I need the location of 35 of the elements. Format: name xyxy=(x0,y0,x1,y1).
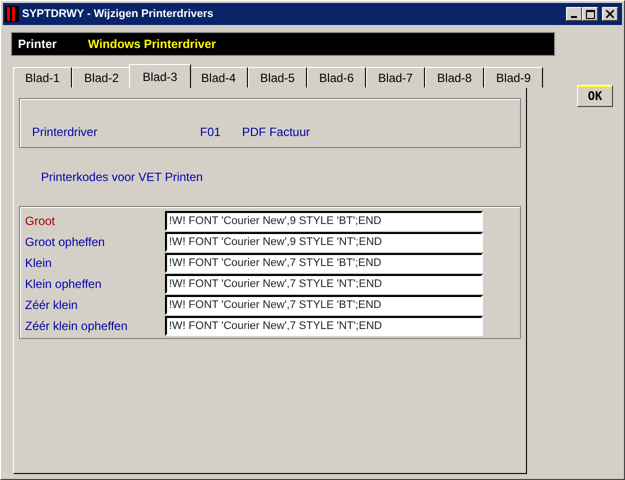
maximize-icon xyxy=(586,10,594,18)
driver-code: F01 xyxy=(200,124,222,141)
app-icon xyxy=(5,6,19,22)
ok-button[interactable]: OK xyxy=(577,85,613,107)
tab[interactable]: Blad-6 xyxy=(307,67,366,88)
maximize-button[interactable] xyxy=(582,7,598,21)
header-label: Printer xyxy=(18,36,58,53)
code-field[interactable]: !W! FONT 'Courier New',7 STYLE 'NT';END xyxy=(165,274,483,294)
field-label: Klein xyxy=(25,254,53,272)
driver-name: PDF Factuur xyxy=(242,124,310,141)
code-field[interactable]: !W! FONT 'Courier New',9 STYLE 'BT';END xyxy=(165,210,483,230)
tab[interactable]: Blad-1 xyxy=(13,67,72,88)
tab[interactable]: Blad-4 xyxy=(189,67,248,88)
section-title: Printerkodes voor VET Printen xyxy=(41,169,204,186)
tab[interactable]: Blad-9 xyxy=(484,67,543,88)
code-field[interactable]: !W! FONT 'Courier New',9 STYLE 'NT';END xyxy=(165,232,483,252)
field-label: Groot opheffen xyxy=(25,234,106,250)
tab[interactable]: Blad-2 xyxy=(72,67,131,88)
tab[interactable]: Blad-8 xyxy=(425,67,484,88)
tab[interactable]: Blad-7 xyxy=(366,67,425,88)
field-label: Zéér klein opheffen xyxy=(25,318,129,334)
field-label: Klein opheffen xyxy=(25,276,103,292)
window-title: SYPTDRWY - Wijzigen Printerdrivers xyxy=(22,6,214,22)
close-button[interactable] xyxy=(602,7,618,21)
code-field[interactable]: !W! FONT 'Courier New',7 STYLE 'NT';END xyxy=(165,316,483,336)
tab[interactable]: Blad-5 xyxy=(248,67,307,88)
close-icon xyxy=(606,10,614,18)
minimize-button[interactable] xyxy=(566,7,582,21)
field-label: Groot xyxy=(25,212,56,230)
field-label: Zéér klein xyxy=(25,296,79,314)
code-field[interactable]: !W! FONT 'Courier New',7 STYLE 'BT';END xyxy=(165,252,483,272)
code-field[interactable]: !W! FONT 'Courier New',7 STYLE 'BT';END xyxy=(165,294,483,314)
driver-label: Printerdriver xyxy=(32,124,98,141)
tab[interactable]: Blad-3 xyxy=(129,64,191,88)
header-value: Windows Printerdriver xyxy=(88,36,216,53)
